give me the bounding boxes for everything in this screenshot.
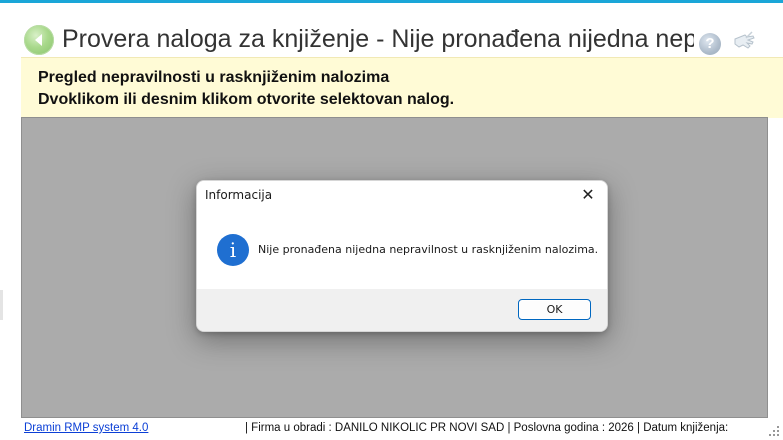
back-arrow-icon-glyph: [35, 34, 42, 46]
left-edge-handle: [0, 290, 3, 320]
dialog-title: Informacija: [205, 188, 273, 202]
title-bar: Provera naloga za knjiženje - Nije prona…: [0, 3, 783, 57]
back-arrow-icon[interactable]: [24, 25, 54, 55]
instruction-panel: Pregled nepravilnosti u rasknjiženim nal…: [21, 57, 783, 118]
page-title: Provera naloga za knjiženje - Nije prona…: [62, 25, 694, 53]
close-icon[interactable]: ✕: [577, 185, 599, 207]
resize-grip-icon[interactable]: [768, 425, 780, 437]
information-dialog: Informacija ✕ i Nije pronađena nijedna n…: [196, 180, 608, 332]
instruction-line-1: Pregled nepravilnosti u rasknjiženim nal…: [38, 69, 390, 86]
app-version-link[interactable]: Dramin RMP system 4.0: [24, 422, 148, 434]
status-info-text: | Firma u obradi : DANILO NIKOLIC PR NOV…: [245, 422, 729, 434]
ok-button[interactable]: OK: [518, 299, 591, 320]
dialog-message: Nije pronađena nijedna nepravilnost u ra…: [258, 243, 599, 256]
hand-pointer-icon[interactable]: [731, 29, 757, 55]
dialog-header: Informacija ✕: [197, 181, 607, 211]
help-icon[interactable]: ?: [699, 33, 721, 55]
status-bar: Dramin RMP system 4.0 | Firma u obradi :…: [21, 418, 783, 440]
instruction-line-2: Dvoklikom ili desnim klikom otvorite sel…: [38, 91, 455, 108]
dialog-body: i Nije pronađena nijedna nepravilnost u …: [197, 211, 607, 289]
info-icon: i: [217, 234, 249, 266]
dialog-footer: OK: [197, 289, 607, 331]
